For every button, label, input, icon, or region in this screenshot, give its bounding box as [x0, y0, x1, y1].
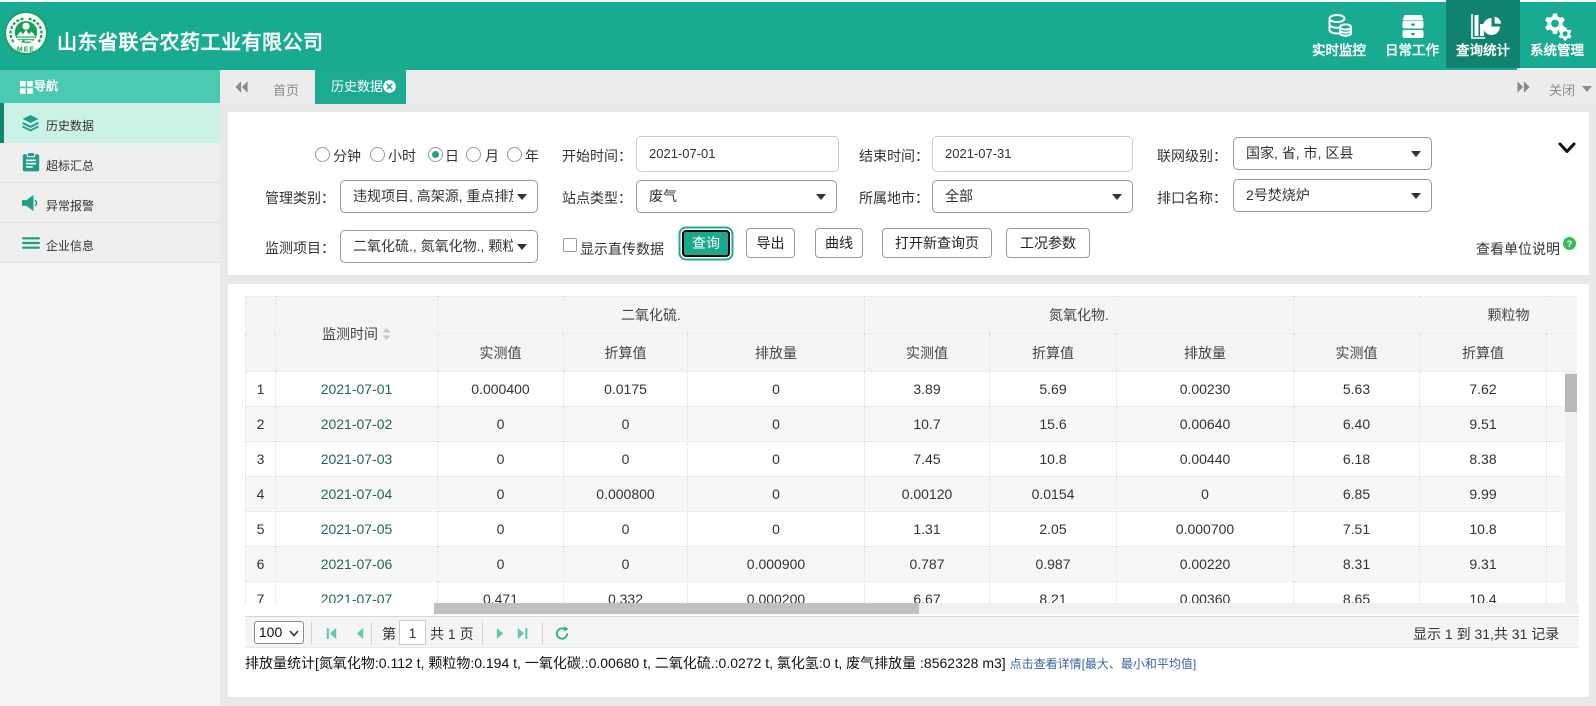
svg-text:MEE: MEE — [17, 47, 35, 54]
svg-text:?: ? — [1567, 239, 1573, 250]
